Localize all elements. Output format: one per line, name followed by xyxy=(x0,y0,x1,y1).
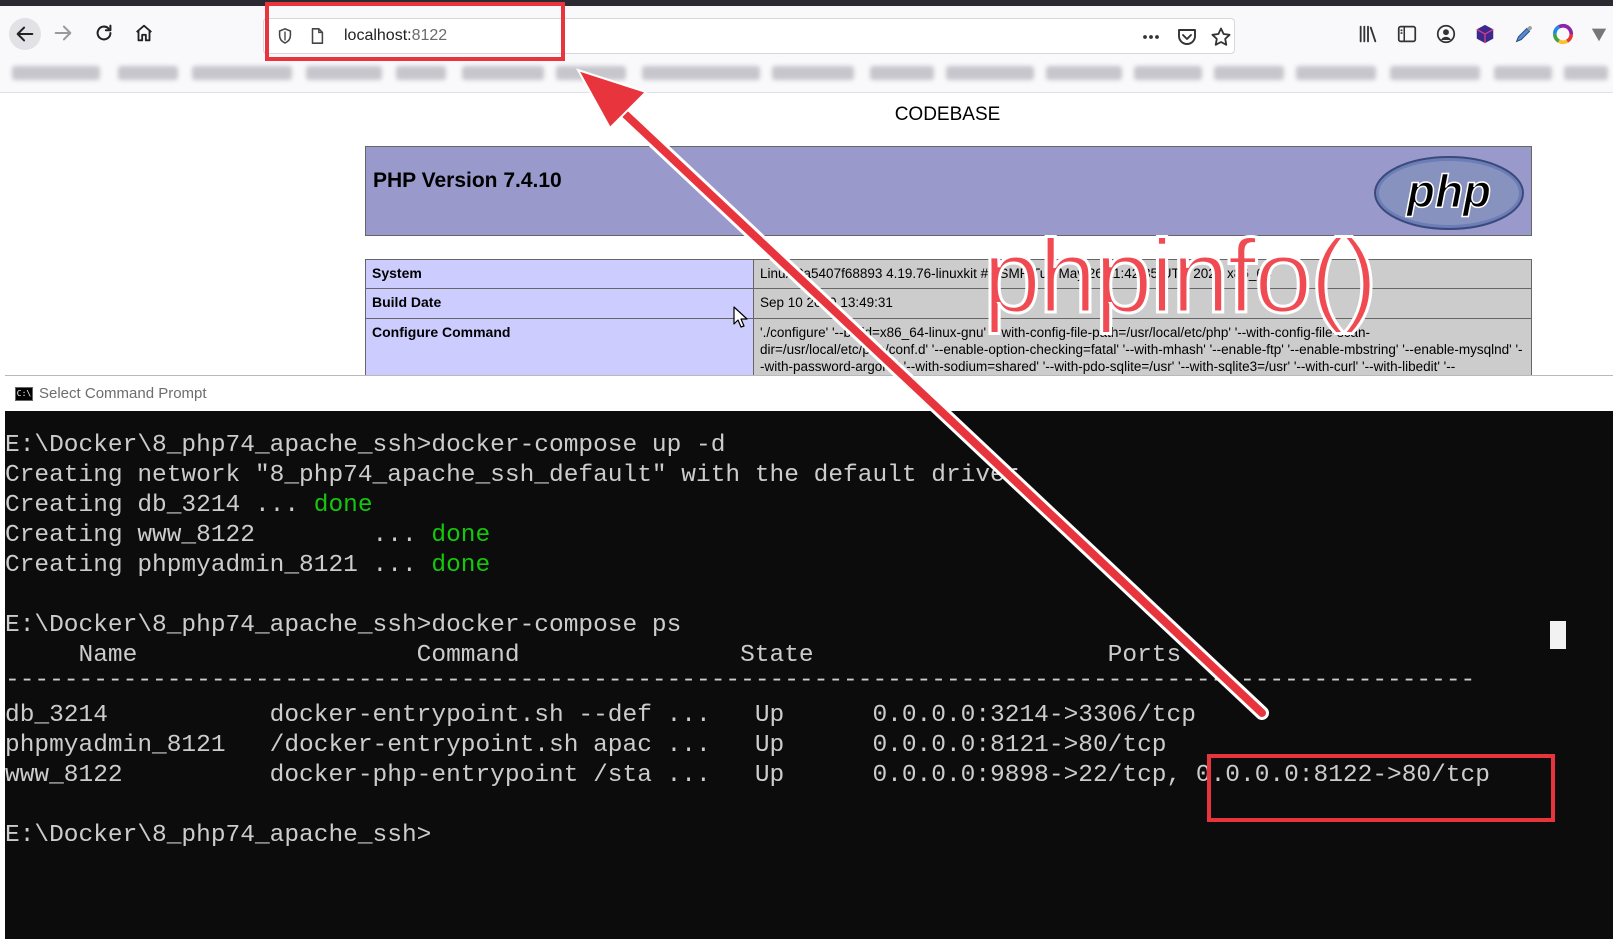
php-logo: php xyxy=(1374,156,1524,230)
console-line: db_3214 docker-entrypoint.sh --def ... U… xyxy=(5,702,1196,729)
extension-button-3[interactable] xyxy=(1551,22,1575,46)
console-line: www_8122 docker-php-entrypoint /sta ... … xyxy=(5,762,1490,789)
done-status: done xyxy=(313,492,373,519)
library-button[interactable] xyxy=(1356,22,1380,46)
reload-button[interactable] xyxy=(91,20,117,46)
back-arrow-icon xyxy=(16,26,34,42)
bookmark-item[interactable] xyxy=(642,66,760,80)
bookmark-item[interactable] xyxy=(192,66,292,80)
url-text[interactable]: localhost:8122 xyxy=(344,27,447,45)
page-info-icon[interactable] xyxy=(308,27,326,45)
bookmark-item[interactable] xyxy=(1296,66,1376,80)
bookmark-item[interactable] xyxy=(556,66,626,80)
star-icon xyxy=(1211,27,1231,46)
reload-icon xyxy=(96,24,112,41)
account-icon xyxy=(1436,24,1456,44)
overflow-menu-button[interactable] xyxy=(1589,22,1609,46)
bookmark-item[interactable] xyxy=(1134,66,1202,80)
console-output[interactable]: E:\Docker\8_php74_apache_ssh>docker-comp… xyxy=(5,411,1613,939)
forward-button[interactable] xyxy=(50,20,76,46)
page-heading: CODEBASE xyxy=(894,104,1001,125)
more-dots-icon xyxy=(1143,35,1159,39)
bookmark-item[interactable] xyxy=(1390,66,1480,80)
bookmark-item[interactable] xyxy=(1046,66,1122,80)
done-status: done xyxy=(431,522,491,549)
url-port: 8122 xyxy=(411,27,448,44)
account-button[interactable] xyxy=(1434,22,1458,46)
console-line: Creating db_3214 ... done xyxy=(5,492,373,519)
cmd-icon: C:\ xyxy=(15,387,33,401)
url-host: localhost: xyxy=(344,27,412,44)
console-line: E:\Docker\8_php74_apache_ssh>docker-comp… xyxy=(5,432,726,459)
phpinfo-annotation-label: phpinfo() xyxy=(981,218,1378,337)
forward-arrow-icon xyxy=(54,25,72,41)
php-version-title: PHP Version 7.4.10 xyxy=(373,169,562,192)
sidebar-button[interactable] xyxy=(1395,22,1419,46)
cube-extension-icon xyxy=(1476,24,1494,44)
pocket-icon xyxy=(1178,29,1196,45)
bookmark-item[interactable] xyxy=(306,66,382,80)
home-icon xyxy=(136,24,152,42)
console-line: E:\Docker\8_php74_apache_ssh> xyxy=(5,822,432,849)
back-button[interactable] xyxy=(9,18,41,50)
command-prompt-window[interactable]: C:\ Select Command Prompt E:\Docker\8_ph… xyxy=(5,375,1613,939)
browser-toolbar: localhost:8122 xyxy=(0,6,1613,54)
bookmark-item[interactable] xyxy=(118,66,178,80)
php-logo-text: php xyxy=(1405,165,1491,217)
console-line: E:\Docker\8_php74_apache_ssh>docker-comp… xyxy=(5,612,682,639)
console-line: Creating phpmyadmin_8121 ... done xyxy=(5,552,491,579)
color-wheel-icon xyxy=(1552,23,1574,45)
console-line: Creating network "8_php74_apache_ssh_def… xyxy=(5,462,1020,489)
pocket-button[interactable] xyxy=(1176,26,1198,48)
home-button[interactable] xyxy=(131,20,157,46)
console-line: Creating www_8122 ... done xyxy=(5,522,491,549)
row-key: Build Date xyxy=(365,288,754,319)
bookmark-item[interactable] xyxy=(1214,66,1284,80)
cmd-title: Select Command Prompt xyxy=(39,385,207,402)
bookmark-item[interactable] xyxy=(462,66,544,80)
shield-icon[interactable] xyxy=(276,27,294,45)
eyedropper-icon xyxy=(1515,26,1532,43)
page-actions-button[interactable] xyxy=(1140,26,1162,48)
bookmark-item[interactable] xyxy=(1494,66,1552,80)
mouse-pointer-icon xyxy=(733,306,748,328)
address-bar[interactable]: localhost:8122 xyxy=(263,18,1235,54)
console-line: phpmyadmin_8121 /docker-entrypoint.sh ap… xyxy=(5,732,1167,759)
done-status: done xyxy=(431,552,491,579)
bookmark-item[interactable] xyxy=(12,66,100,80)
text-cursor xyxy=(1550,621,1566,649)
chevron-down-icon xyxy=(1591,28,1607,42)
sidebar-icon xyxy=(1397,25,1417,43)
extension-button-1[interactable] xyxy=(1473,22,1497,46)
bookmark-item[interactable] xyxy=(396,66,446,80)
library-icon xyxy=(1359,25,1377,43)
row-key: System xyxy=(365,259,754,289)
bookmarks-toolbar xyxy=(0,54,1613,93)
bookmark-item[interactable] xyxy=(1564,66,1608,80)
bookmark-item[interactable] xyxy=(946,66,1034,80)
bookmark-item[interactable] xyxy=(870,66,934,80)
extension-button-2[interactable] xyxy=(1512,22,1536,46)
bookmark-item[interactable] xyxy=(772,66,854,80)
bookmark-star-button[interactable] xyxy=(1210,26,1232,48)
console-line: ----------------------------------------… xyxy=(5,667,1476,694)
cmd-title-bar[interactable]: C:\ Select Command Prompt xyxy=(5,375,1613,412)
